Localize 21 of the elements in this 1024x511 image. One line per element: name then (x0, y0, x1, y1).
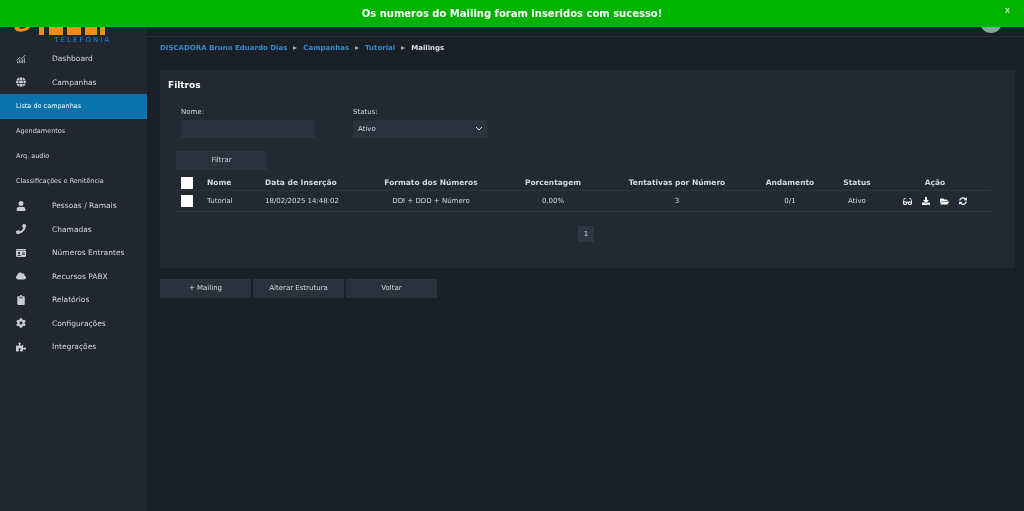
card-title: Filtros (168, 79, 202, 92)
checkbox[interactable] (181, 195, 193, 207)
chart-icon (16, 53, 26, 64)
separator-icon (293, 46, 298, 50)
chevron-down-icon (476, 127, 482, 131)
separator-icon (401, 46, 406, 50)
settings-icon (16, 318, 26, 329)
glasses-icon[interactable] (903, 196, 912, 206)
clipboard-icon (16, 294, 26, 305)
user-icon (16, 200, 26, 211)
refresh-icon[interactable] (959, 196, 967, 205)
notification-message: Os numeros do Mailing foram inseridos com sucesso! (361, 7, 663, 21)
download-icon[interactable] (922, 196, 930, 205)
separator-icon (355, 46, 360, 50)
checkbox[interactable] (181, 177, 193, 189)
folder-icon[interactable] (940, 196, 949, 206)
phone-icon (16, 224, 26, 235)
globe-icon (16, 77, 26, 88)
puzzle-icon (16, 341, 26, 352)
cloud-icon (16, 271, 26, 282)
card-icon (16, 247, 26, 258)
